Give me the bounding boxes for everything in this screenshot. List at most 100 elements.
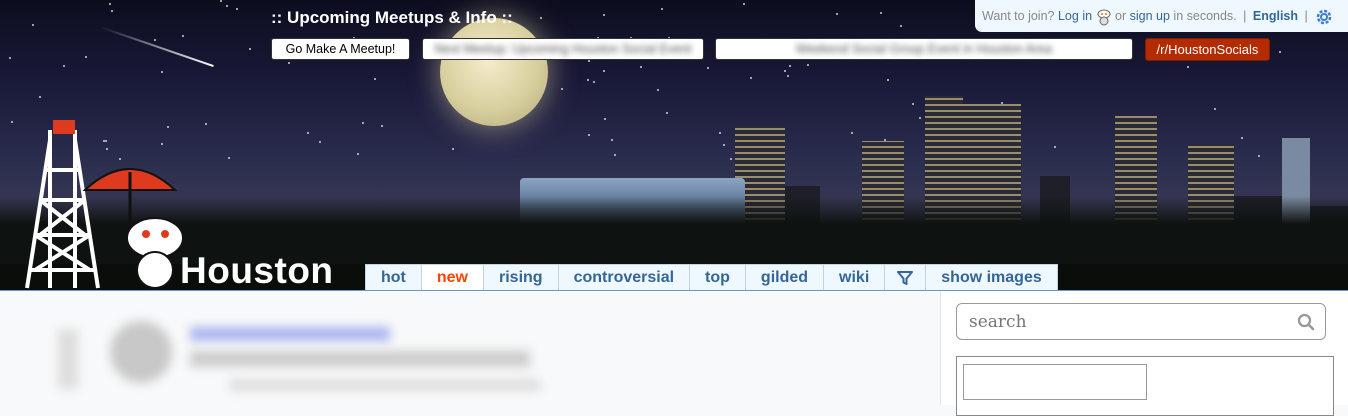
- separator: |: [1243, 9, 1247, 23]
- star: [154, 39, 156, 41]
- star: [11, 121, 13, 123]
- star: [85, 56, 87, 58]
- snoo-icon: [1097, 9, 1111, 26]
- star: [657, 89, 659, 91]
- star: [919, 117, 921, 119]
- logo-text[interactable]: Houston: [180, 250, 334, 290]
- meetup-link-2-button[interactable]: Weekend Social Group Event in Houston Ar…: [715, 38, 1133, 60]
- tab-rising[interactable]: rising: [483, 264, 559, 290]
- language-link[interactable]: English: [1253, 9, 1298, 23]
- star: [249, 48, 251, 50]
- star: [593, 81, 595, 83]
- meetup-link-2-text: Weekend Social Group Event in Houston Ar…: [795, 42, 1053, 56]
- star: [750, 77, 752, 79]
- gear-icon[interactable]: [1314, 7, 1334, 27]
- header-banner: Houston :: Upcoming Meetups & Info :: Go…: [0, 0, 1348, 291]
- star: [784, 70, 786, 72]
- star: [666, 112, 668, 114]
- signup-link[interactable]: sign up: [1130, 9, 1170, 23]
- star: [374, 78, 376, 80]
- star: [182, 35, 184, 37]
- star: [603, 70, 605, 72]
- make-meetup-button[interactable]: Go Make A Meetup!: [271, 38, 410, 60]
- star: [730, 158, 732, 160]
- vote-arrows[interactable]: [58, 329, 78, 389]
- comet: [99, 26, 214, 68]
- search-icon[interactable]: [1297, 313, 1315, 331]
- tab-new[interactable]: new: [420, 264, 484, 290]
- login-link[interactable]: Log in: [1058, 9, 1092, 23]
- sidebar-box: [956, 356, 1334, 416]
- tab-wiki[interactable]: wiki: [823, 264, 886, 290]
- sort-tabs: hot new rising controversial top gilded …: [365, 264, 1058, 290]
- moon-image: [440, 18, 548, 126]
- meetups-title: :: Upcoming Meetups & Info ::: [271, 8, 513, 27]
- star: [39, 96, 41, 98]
- star: [603, 14, 605, 16]
- post-tagline: [230, 379, 540, 391]
- star: [381, 125, 383, 127]
- star: [836, 13, 838, 15]
- tab-gilded[interactable]: gilded: [744, 264, 825, 290]
- star: [807, 64, 809, 66]
- star: [661, 8, 663, 10]
- star: [614, 154, 616, 156]
- tab-top[interactable]: top: [689, 264, 746, 290]
- star: [1054, 146, 1056, 148]
- star: [226, 5, 228, 7]
- star: [63, 65, 65, 67]
- star: [900, 25, 902, 27]
- star: [109, 3, 111, 5]
- star: [1258, 155, 1260, 157]
- star: [723, 144, 725, 146]
- star: [912, 103, 914, 105]
- star: [719, 132, 721, 134]
- separator: |: [1304, 9, 1308, 23]
- star: [707, 67, 709, 69]
- star: [452, 148, 454, 150]
- tab-hot[interactable]: hot: [365, 264, 422, 290]
- star: [9, 57, 11, 59]
- star: [236, 8, 238, 10]
- star: [561, 88, 563, 90]
- tab-filter[interactable]: [884, 264, 927, 290]
- tab-show-images[interactable]: show images: [925, 264, 1058, 290]
- search-input[interactable]: [956, 303, 1326, 340]
- star: [288, 62, 290, 64]
- star: [588, 60, 590, 62]
- post-title-link[interactable]: [190, 327, 390, 341]
- user-bar: Want to join? Log in or sign up in secon…: [975, 0, 1348, 32]
- meetup-link-1-text: Next Meetup: Upcoming Houston Social Eve…: [434, 42, 692, 56]
- signup-suffix: in seconds.: [1173, 9, 1237, 23]
- houston-socials-button[interactable]: /r/HoustonSocials: [1145, 38, 1270, 61]
- star: [640, 66, 642, 68]
- star: [787, 75, 789, 77]
- filter-icon: [897, 270, 914, 285]
- star: [1214, 108, 1216, 110]
- star: [887, 79, 889, 81]
- star: [220, 0, 222, 2]
- tab-controversial[interactable]: controversial: [557, 264, 691, 290]
- join-prompt: Want to join?: [982, 9, 1055, 23]
- star: [604, 118, 606, 120]
- star: [880, 12, 882, 14]
- post-thumbnail[interactable]: [110, 321, 172, 383]
- star: [851, 132, 853, 134]
- post-list: [0, 291, 940, 405]
- star: [1187, 66, 1189, 68]
- star: [588, 134, 590, 136]
- star: [111, 10, 113, 12]
- star: [540, 17, 542, 19]
- star: [1241, 137, 1243, 139]
- post-meta: [190, 351, 530, 367]
- sidebar-input[interactable]: [963, 364, 1147, 400]
- star: [587, 79, 589, 81]
- star: [1279, 51, 1281, 53]
- sidebar: [940, 291, 1348, 416]
- star: [789, 65, 791, 67]
- meetup-link-1-button[interactable]: Next Meetup: Upcoming Houston Social Eve…: [422, 38, 704, 60]
- star: [611, 139, 613, 141]
- or-text: or: [1115, 9, 1127, 23]
- star: [743, 3, 745, 5]
- star: [161, 71, 163, 73]
